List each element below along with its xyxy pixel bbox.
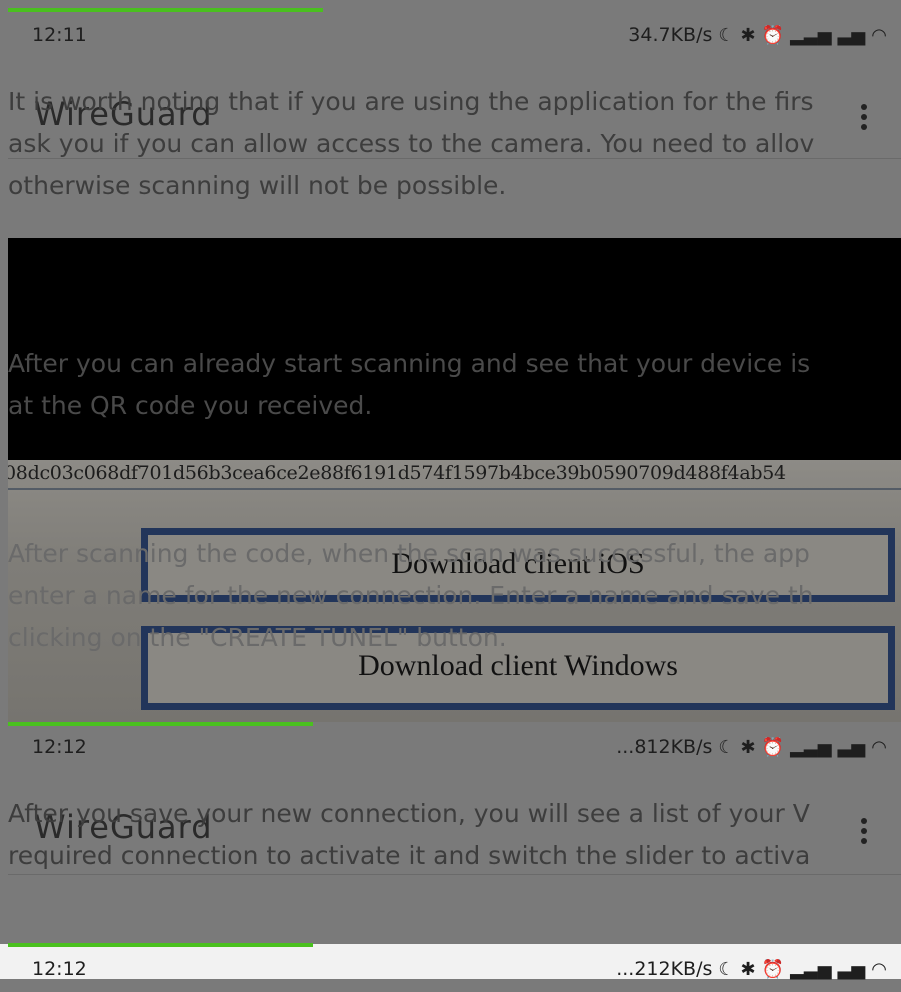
paragraph-line: at the QR code you received.	[8, 391, 373, 420]
appbar-divider	[8, 158, 901, 159]
wifi-icon: ◠	[871, 24, 887, 46]
bluetooth-icon: ✱	[740, 958, 756, 980]
photo-line	[8, 488, 901, 490]
alarm-icon: ⏰	[761, 958, 785, 980]
status-time: 12:12	[32, 958, 87, 980]
bluetooth-icon: ✱	[740, 24, 756, 46]
signal-icon: ▂▃▅	[790, 958, 832, 980]
paragraph-line: After scanning the code, when the scan w…	[8, 539, 810, 568]
signal-roaming-icon: ▃▅	[837, 24, 866, 46]
signal-icon: ▂▃▅	[790, 736, 832, 758]
paragraph-line: It is worth noting that if you are using…	[8, 87, 814, 116]
paragraph-line: After you save your new connection, you …	[8, 799, 810, 828]
signal-roaming-icon: ▃▅	[837, 958, 866, 980]
signal-roaming-icon: ▃▅	[837, 736, 866, 758]
status-time: 12:11	[32, 24, 87, 46]
paragraph-line: After you can already start scanning and…	[8, 349, 811, 378]
wifi-icon: ◠	[871, 958, 887, 980]
paragraph-line: clicking on the "CREATE TUNEL" button.	[8, 623, 507, 652]
status-right: 34.7KB/s ☾ ✱ ⏰ ▂▃▅ ▃▅ ◠	[628, 24, 887, 46]
status-bar-2: 12:12 ...812KB/s ☾ ✱ ⏰ ▂▃▅ ▃▅ ◠	[0, 726, 901, 770]
wifi-icon: ◠	[871, 736, 887, 758]
status-time: 12:12	[32, 736, 87, 758]
status-right: ...212KB/s ☾ ✱ ⏰ ▂▃▅ ▃▅ ◠	[616, 958, 887, 980]
alarm-icon: ⏰	[761, 24, 785, 46]
paragraph-line: ask you if you can allow access to the c…	[8, 129, 815, 158]
qr-hash-text: 08dc03c068df701d56b3cea6ce2e88f6191d574f…	[8, 462, 786, 484]
moon-icon: ☾	[718, 736, 735, 758]
network-speed: ...812KB/s	[616, 736, 713, 758]
signal-icon: ▂▃▅	[790, 24, 832, 46]
status-bar-3: 12:12 ...212KB/s ☾ ✱ ⏰ ▂▃▅ ▃▅ ◠	[0, 948, 901, 992]
paragraph-line: otherwise scanning will not be possible.	[8, 171, 507, 200]
status-bar-1: 12:11 34.7KB/s ☾ ✱ ⏰ ▂▃▅ ▃▅ ◠	[0, 14, 901, 58]
progress-line-top	[8, 8, 323, 12]
appbar-divider	[8, 874, 901, 875]
network-speed: 34.7KB/s	[628, 24, 713, 46]
moon-icon: ☾	[718, 24, 735, 46]
moon-icon: ☾	[718, 958, 735, 980]
bluetooth-icon: ✱	[740, 736, 756, 758]
paragraph-line: enter a name for the new connection. Ent…	[8, 581, 814, 610]
network-speed: ...212KB/s	[616, 958, 713, 980]
paragraph-line: required connection to activate it and s…	[8, 841, 811, 870]
progress-line-bottom	[8, 943, 313, 947]
alarm-icon: ⏰	[761, 736, 785, 758]
status-right: ...812KB/s ☾ ✱ ⏰ ▂▃▅ ▃▅ ◠	[616, 736, 887, 758]
